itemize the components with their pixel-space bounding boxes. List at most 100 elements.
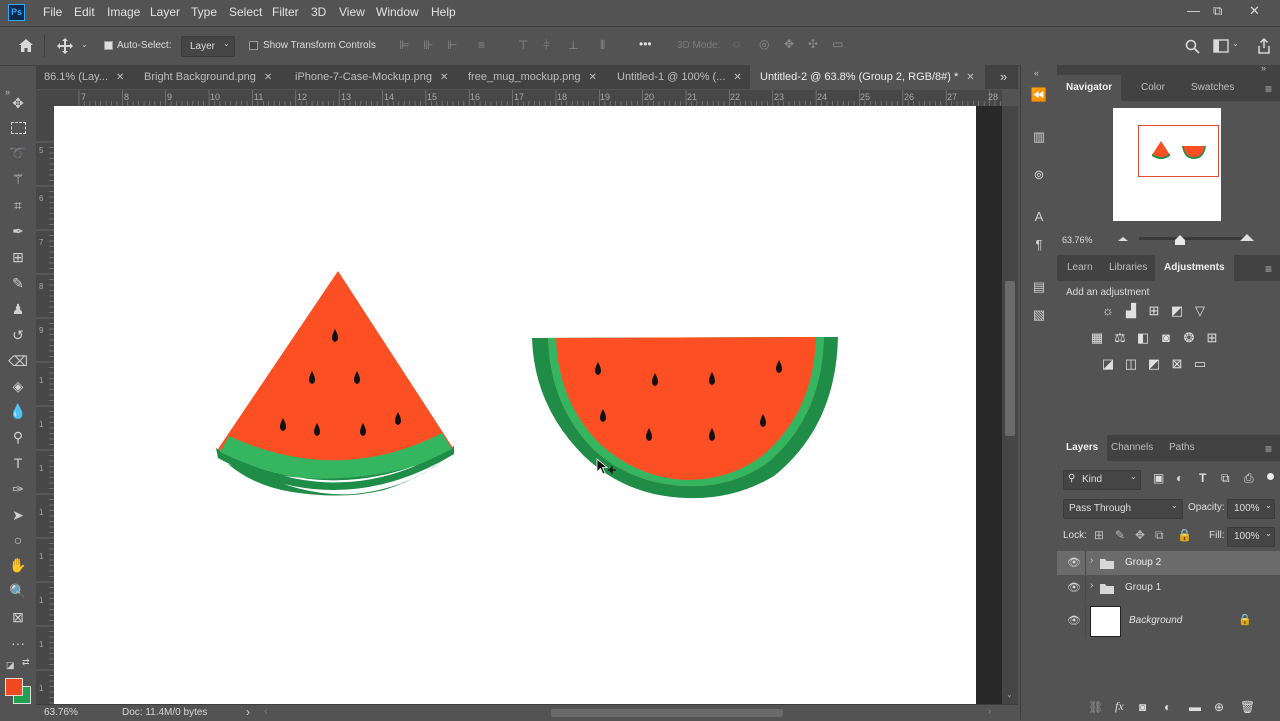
filter-type-icon[interactable]: T xyxy=(1199,471,1206,485)
move-tool-icon[interactable]: ✥ xyxy=(8,93,28,113)
clone-stamp-icon[interactable]: ♟ xyxy=(8,299,28,319)
menu-layer[interactable]: Layer xyxy=(150,5,180,19)
tab-swatches[interactable]: Swatches xyxy=(1179,75,1246,101)
chevron-right-icon[interactable]: › xyxy=(1090,580,1093,591)
layer-name[interactable]: Background xyxy=(1129,615,1182,626)
auto-select-checkbox[interactable] xyxy=(104,41,113,50)
zoom-tool-icon[interactable]: 🔍 xyxy=(8,581,28,601)
align-middle-icon[interactable]: ⫩ xyxy=(543,38,550,53)
lock-pixels-icon[interactable]: ✎ xyxy=(1115,528,1125,542)
zoom-slider-handle[interactable] xyxy=(1175,235,1185,245)
close-tab-icon[interactable]: ✕ xyxy=(733,72,741,83)
status-zoom[interactable]: 63.76% xyxy=(44,707,78,718)
hand-tool-icon[interactable]: ✋ xyxy=(8,555,28,575)
type-tool-icon[interactable]: T xyxy=(8,453,28,473)
tab-learn[interactable]: Learn xyxy=(1057,255,1103,281)
brightness-contrast-icon[interactable]: ☼ xyxy=(1100,304,1116,318)
histogram-panel-icon[interactable]: ▥ xyxy=(1029,127,1049,147)
close-window-button[interactable]: ✕ xyxy=(1249,3,1260,19)
horizontal-scrollbar-thumb[interactable] xyxy=(551,709,783,717)
menu-filter[interactable]: Filter xyxy=(272,5,299,19)
eraser-tool-icon[interactable]: ⌫ xyxy=(8,351,28,371)
notes-panel-icon[interactable]: ▧ xyxy=(1029,305,1049,325)
actions-panel-icon[interactable]: ⊚ xyxy=(1029,165,1049,185)
curves-icon[interactable]: ⊞ xyxy=(1146,304,1162,318)
tab-document-4[interactable]: free_mug_mockup.png ✕ xyxy=(462,65,603,89)
filter-pixel-icon[interactable]: ▣ xyxy=(1153,471,1164,485)
hue-saturation-icon[interactable]: ▦ xyxy=(1089,331,1105,345)
auto-select-target-dropdown[interactable]: Layer ⌄ xyxy=(181,36,235,57)
menu-3d[interactable]: 3D xyxy=(311,5,326,19)
home-icon[interactable] xyxy=(18,38,34,53)
menu-file[interactable]: File xyxy=(43,5,62,19)
navigator-thumbnail[interactable] xyxy=(1113,108,1221,221)
ruler-origin[interactable] xyxy=(36,90,54,106)
close-tab-icon[interactable]: ✕ xyxy=(966,72,974,83)
default-colors-icon[interactable]: ◪ xyxy=(6,660,15,671)
move-tool-icon[interactable] xyxy=(57,38,73,54)
scroll-right-icon[interactable]: › xyxy=(988,706,991,717)
more-tools-icon[interactable]: ··· xyxy=(8,633,28,653)
levels-icon[interactable]: ▟ xyxy=(1123,304,1139,318)
align-right-icon[interactable]: ⊩ xyxy=(447,38,457,52)
visibility-eye-icon[interactable]: 👁 xyxy=(1067,614,1081,627)
3d-slide-icon[interactable]: ✣ xyxy=(808,37,818,51)
menu-edit[interactable]: Edit xyxy=(74,5,95,19)
delete-layer-icon[interactable]: 🗑 xyxy=(1240,700,1255,714)
close-tab-icon[interactable]: ✕ xyxy=(589,72,597,83)
magic-wand-icon[interactable]: ⚚ xyxy=(8,169,28,189)
lock-artboard-icon[interactable]: ⧉ xyxy=(1155,528,1164,543)
gradient-map-icon[interactable]: ▭ xyxy=(1192,357,1208,371)
search-icon[interactable] xyxy=(1185,39,1200,54)
align-top-icon[interactable]: ⊤ xyxy=(518,38,528,52)
layer-row-group-1[interactable]: 👁 › Group 1 xyxy=(1057,576,1280,600)
exposure-icon[interactable]: ◩ xyxy=(1169,304,1185,318)
vibrance-icon[interactable]: ▽ xyxy=(1192,304,1208,318)
link-layers-icon[interactable]: ⛓ xyxy=(1088,700,1103,714)
add-mask-icon[interactable]: ◙ xyxy=(1139,700,1146,714)
3d-orbit-icon[interactable]: ◌ xyxy=(733,37,740,51)
status-menu-arrow[interactable]: › xyxy=(246,705,250,719)
distribute-horizontal-icon[interactable]: ⦀ xyxy=(600,38,605,53)
collapse-arrows-icon[interactable]: » xyxy=(1261,63,1266,73)
tab-document-active[interactable]: Untitled-2 @ 63.8% (Group 2, RGB/8#) * ✕ xyxy=(750,65,985,89)
filter-smart-object-icon[interactable]: ⎙ xyxy=(1244,471,1254,486)
filter-toggle-icon[interactable] xyxy=(1267,473,1274,480)
panel-menu-icon[interactable]: ≡ xyxy=(1265,82,1272,96)
navigator-zoom-slider[interactable] xyxy=(1139,237,1244,240)
black-white-icon[interactable]: ◧ xyxy=(1135,331,1151,345)
tab-layers[interactable]: Layers xyxy=(1057,435,1108,461)
panel-menu-icon[interactable]: ≡ xyxy=(1265,442,1272,456)
artboard-icon[interactable]: ⊠ xyxy=(8,607,28,627)
close-tab-icon[interactable]: ✕ xyxy=(116,72,124,83)
watermelon-slice-triangle[interactable] xyxy=(216,271,454,496)
navigator-zoom-value[interactable]: 63.76% xyxy=(1062,235,1093,245)
tab-document-1[interactable]: 86.1% (Lay... ✕ xyxy=(38,65,130,89)
swap-colors-icon[interactable]: ⇄ xyxy=(22,657,30,668)
path-selection-icon[interactable]: ➤ xyxy=(8,505,28,525)
tab-navigator[interactable]: Navigator xyxy=(1057,75,1122,101)
3d-scale-icon[interactable]: ▭ xyxy=(832,37,843,51)
filter-adjustment-icon[interactable]: ◐ xyxy=(1176,471,1183,485)
color-balance-icon[interactable]: ⚖ xyxy=(1112,331,1128,345)
menu-help[interactable]: Help xyxy=(431,5,456,19)
invert-icon[interactable]: ◪ xyxy=(1100,357,1116,371)
new-layer-icon[interactable]: ⊕ xyxy=(1214,700,1224,714)
marquee-tool-icon[interactable] xyxy=(8,118,28,138)
new-group-icon[interactable]: ▬ xyxy=(1189,700,1201,714)
3d-pan-icon[interactable]: ✥ xyxy=(784,37,794,51)
blend-mode-dropdown[interactable]: Pass Through ⌄ xyxy=(1063,499,1183,519)
foreground-color-swatch[interactable] xyxy=(5,678,23,696)
layer-row-group-2[interactable]: 👁 › Group 2 xyxy=(1057,551,1280,575)
fill-field[interactable]: 100% ⌄ xyxy=(1227,527,1275,547)
color-lookup-icon[interactable]: ⊞ xyxy=(1204,331,1220,345)
channel-mixer-icon[interactable]: ❂ xyxy=(1181,331,1197,345)
layer-name[interactable]: Group 1 xyxy=(1125,582,1161,593)
selective-color-icon[interactable]: ⊠ xyxy=(1169,357,1185,371)
healing-brush-icon[interactable]: ⊞ xyxy=(8,247,28,267)
align-center-icon[interactable]: ⊪ xyxy=(423,38,433,52)
dodge-tool-icon[interactable]: ⚲ xyxy=(8,427,28,447)
new-adjustment-layer-icon[interactable]: ◐ xyxy=(1164,700,1171,714)
show-transform-controls-checkbox[interactable] xyxy=(249,41,258,50)
filter-shape-icon[interactable]: ⧉ xyxy=(1221,471,1230,486)
